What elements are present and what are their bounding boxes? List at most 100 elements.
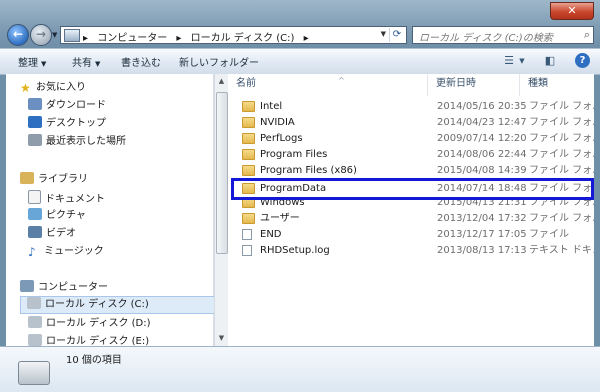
search-input[interactable]: ローカル ディスク (C:)の検索 bbox=[419, 29, 553, 44]
burn-button[interactable]: 書き込む bbox=[121, 54, 161, 69]
file-name: NVIDIA bbox=[260, 117, 295, 128]
nav-scrollbar[interactable]: ▲ ▼ bbox=[214, 74, 228, 346]
chevron-down-icon: ▼ bbox=[41, 60, 47, 68]
drive-icon bbox=[28, 316, 42, 328]
file-date: 2015/04/08 14:39 bbox=[437, 165, 527, 176]
refresh-icon[interactable]: ⟳ bbox=[389, 28, 404, 42]
table-row[interactable]: Program Files (x86) 2015/04/08 14:39 ファイ… bbox=[228, 163, 594, 179]
nav-item-pictures[interactable]: ピクチャ bbox=[28, 208, 86, 224]
search-box[interactable]: ローカル ディスク (C:)の検索 ⌕ bbox=[412, 26, 594, 44]
nav-item-desktop[interactable]: デスクトップ bbox=[28, 116, 106, 132]
folder-icon bbox=[242, 213, 255, 224]
nav-item-label: デスクトップ bbox=[46, 118, 106, 129]
sort-ascending-icon: ^ bbox=[338, 76, 345, 85]
column-header-name[interactable]: 名前 ^ bbox=[228, 74, 428, 96]
breadcrumb[interactable]: ▸ コンピューター ▸ ローカル ディスク (C:) ▸ bbox=[83, 29, 315, 44]
forward-button[interactable]: → bbox=[30, 24, 52, 46]
nav-item-downloads[interactable]: ダウンロード bbox=[28, 98, 106, 114]
nav-libraries[interactable]: ライブラリ bbox=[20, 172, 88, 188]
table-row[interactable]: Program Files 2014/08/06 22:44 ファイル フォル bbox=[228, 147, 594, 163]
nav-computer-label: コンピューター bbox=[38, 282, 108, 293]
explorer-window: ✕ ← → ▼ ▸ コンピューター ▸ ローカル ディスク (C:) ▸ ▼ ⟳… bbox=[0, 0, 600, 392]
file-type: ファイル フォル bbox=[529, 149, 594, 160]
file-type: ファイル フォル bbox=[529, 117, 594, 128]
documents-icon bbox=[28, 190, 41, 204]
history-dropdown-icon[interactable]: ▼ bbox=[52, 31, 57, 39]
breadcrumb-computer[interactable]: コンピューター bbox=[97, 33, 167, 44]
back-button[interactable]: ← bbox=[7, 24, 29, 46]
file-type: ファイル フォル bbox=[529, 165, 594, 176]
file-name: Intel bbox=[260, 101, 283, 112]
nav-item-label: ダウンロード bbox=[46, 100, 106, 111]
library-icon bbox=[20, 172, 34, 184]
organize-label: 整理 bbox=[18, 58, 38, 69]
share-button[interactable]: 共有 ▼ bbox=[72, 54, 100, 69]
folder-icon bbox=[242, 165, 255, 176]
table-row[interactable]: NVIDIA 2014/04/23 12:47 ファイル フォル bbox=[228, 115, 594, 131]
share-label: 共有 bbox=[72, 58, 92, 69]
details-pane: 10 個の項目 bbox=[0, 346, 600, 392]
file-type: ファイル フォル bbox=[529, 133, 594, 144]
nav-favorites-label: お気に入り bbox=[36, 82, 86, 93]
nav-item-label: 最近表示した場所 bbox=[46, 136, 126, 147]
music-icon: ♪ bbox=[28, 245, 36, 259]
breadcrumb-separator[interactable]: ▸ bbox=[176, 33, 181, 44]
column-header-type[interactable]: 種類 bbox=[520, 74, 594, 96]
nav-libraries-label: ライブラリ bbox=[38, 174, 88, 185]
scroll-down-icon[interactable]: ▼ bbox=[215, 334, 228, 342]
nav-item-documents[interactable]: ドキュメント bbox=[28, 190, 105, 206]
file-type: テキスト ドキュ bbox=[529, 245, 594, 256]
file-type: ファイル フォル bbox=[529, 213, 594, 224]
table-row[interactable]: RHDSetup.log 2013/08/13 17:13 テキスト ドキュ bbox=[228, 243, 594, 259]
column-header-date[interactable]: 更新日時 bbox=[428, 74, 520, 96]
preview-pane-icon[interactable]: ◧ bbox=[543, 53, 557, 69]
view-options-icon[interactable]: ☰ bbox=[502, 53, 516, 69]
nav-item-recent-places[interactable]: 最近表示した場所 bbox=[28, 134, 126, 150]
file-type: ファイル bbox=[529, 229, 569, 240]
scroll-thumb[interactable] bbox=[216, 92, 228, 254]
table-row[interactable]: Intel 2014/05/16 20:35 ファイル フォル bbox=[228, 99, 594, 115]
title-bar: ✕ ← → ▼ ▸ コンピューター ▸ ローカル ディスク (C:) ▸ ▼ ⟳… bbox=[0, 0, 600, 48]
chevron-down-icon: ▼ bbox=[95, 60, 101, 68]
file-date: 2013/12/17 17:05 bbox=[437, 229, 527, 240]
nav-item-local-disk-d[interactable]: ローカル ディスク (D:) bbox=[28, 316, 151, 332]
new-folder-button[interactable]: 新しいフォルダー bbox=[179, 54, 259, 69]
nav-item-label: ローカル ディスク (C:) bbox=[45, 299, 149, 310]
breadcrumb-separator[interactable]: ▸ bbox=[304, 33, 309, 44]
close-button[interactable]: ✕ bbox=[550, 2, 594, 20]
nav-item-videos[interactable]: ビデオ bbox=[28, 226, 76, 242]
file-list: 名前 ^ 更新日時 種類 Intel 2014/05/16 20:35 ファイル… bbox=[228, 74, 594, 346]
folder-icon bbox=[242, 133, 255, 144]
scroll-up-icon[interactable]: ▲ bbox=[215, 77, 228, 85]
breadcrumb-local-disk-c[interactable]: ローカル ディスク (C:) bbox=[191, 33, 295, 44]
column-header-name-label: 名前 bbox=[236, 78, 256, 89]
file-date: 2014/08/06 22:44 bbox=[437, 149, 527, 160]
address-bar[interactable]: ▸ コンピューター ▸ ローカル ディスク (C:) ▸ ▼ ⟳ bbox=[60, 26, 407, 44]
organize-button[interactable]: 整理 ▼ bbox=[18, 54, 46, 69]
computer-icon bbox=[64, 29, 80, 42]
navigation-pane: ★ お気に入り ダウンロード デスクトップ 最近表示した場所 ライブラリ ドキュメ… bbox=[6, 74, 218, 347]
search-icon[interactable]: ⌕ bbox=[584, 28, 590, 42]
drive-icon bbox=[27, 297, 41, 309]
nav-item-label: ミュージック bbox=[44, 246, 104, 257]
pictures-icon bbox=[28, 208, 42, 220]
help-icon[interactable]: ? bbox=[575, 53, 590, 68]
table-row[interactable]: END 2013/12/17 17:05 ファイル bbox=[228, 227, 594, 243]
table-row[interactable]: PerfLogs 2009/07/14 12:20 ファイル フォル bbox=[228, 131, 594, 147]
nav-favorites[interactable]: ★ お気に入り bbox=[20, 80, 86, 96]
folder-icon bbox=[242, 117, 255, 128]
download-folder-icon bbox=[28, 98, 42, 110]
nav-item-label: ピクチャ bbox=[46, 210, 86, 221]
file-name: ユーザー bbox=[260, 213, 300, 224]
desktop-icon bbox=[28, 116, 42, 128]
item-count: 10 個の項目 bbox=[66, 355, 122, 366]
nav-item-music[interactable]: ♪ ミュージック bbox=[28, 244, 104, 260]
address-dropdown-icon[interactable]: ▼ bbox=[381, 30, 386, 38]
breadcrumb-separator[interactable]: ▸ bbox=[83, 33, 88, 44]
file-date: 2014/05/16 20:35 bbox=[437, 101, 527, 112]
file-icon bbox=[242, 229, 252, 240]
nav-computer[interactable]: コンピューター bbox=[20, 280, 108, 296]
table-row[interactable]: ユーザー 2013/12/04 17:32 ファイル フォル bbox=[228, 211, 594, 227]
view-dropdown-icon[interactable]: ▼ bbox=[518, 53, 526, 69]
nav-item-local-disk-c[interactable]: ローカル ディスク (C:) bbox=[20, 296, 218, 314]
